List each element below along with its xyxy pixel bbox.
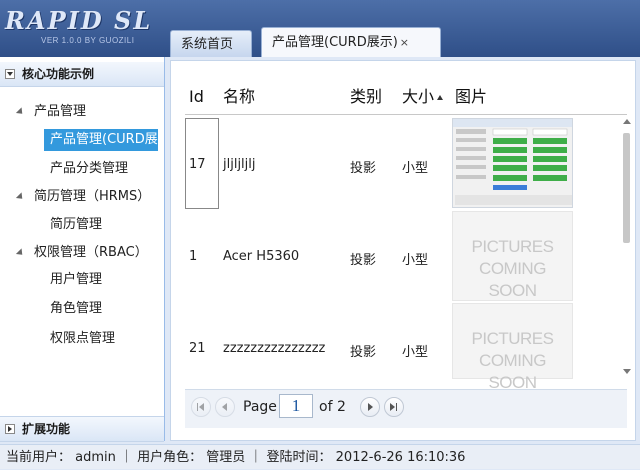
section-core-features[interactable]: 核心功能示例 [0,62,164,87]
column-header-label: 大小 [402,87,435,106]
first-page-button[interactable] [191,397,211,417]
cell-id[interactable]: 21 [189,341,206,356]
tree-expanded-icon[interactable] [15,107,26,117]
column-header-size[interactable]: 大小 [402,83,444,111]
tree-node-label: 简历管理（HRMS） [34,189,151,204]
tab-home[interactable]: 系统首页 [170,30,252,57]
column-header-category[interactable]: 类别 [350,83,382,111]
cell-name[interactable]: zzzzzzzzzzzzzzz [223,341,325,356]
tree-node-label: 权限点管理 [50,331,116,346]
product-grid: Id 名称 类别 大小 图片 17 jljljljlj 投影 小型 1 Acer… [170,60,636,441]
pager: Page of 2 [185,389,627,428]
last-page-arrow [390,403,395,411]
tree-node-resume-mgmt-hrms[interactable]: 简历管理（HRMS） [15,186,151,208]
cell-size[interactable]: 小型 [402,341,428,360]
first-page-arrow [199,403,204,411]
collapse-icon[interactable] [5,69,15,79]
tree-node-label: 角色管理 [50,301,103,316]
tree-node-product-curd[interactable]: 产品管理(CURD展示) [44,129,158,151]
cell-category[interactable]: 投影 [350,249,376,268]
cell-category[interactable]: 投影 [350,341,376,360]
tree-expanded-icon[interactable] [15,248,26,258]
section-extended-features[interactable]: 扩展功能 [0,416,164,442]
close-icon[interactable]: × [400,36,409,49]
tree-node-label: 产品分类管理 [50,161,129,176]
product-thumbnail[interactable] [452,118,573,208]
app-logo: RAPID SL VER 1.0.0 BY GUOZILI [5,6,165,50]
cell-size[interactable]: 小型 [402,157,428,176]
tree-node-user-mgmt[interactable]: 用户管理 [50,269,102,291]
tree-node-product-mgmt[interactable]: 产品管理 [15,101,87,123]
first-page-icon [197,403,198,411]
page-count-label: of 2 [319,399,346,415]
tree-node-label: 权限管理（RBAC） [34,245,148,260]
vertical-scrollbar[interactable] [621,117,633,379]
tree-node-product-category[interactable]: 产品分类管理 [50,158,128,180]
sort-ascending-icon [437,95,444,100]
tree-expanded-icon[interactable] [15,192,26,202]
column-header-id[interactable]: Id [189,83,204,111]
image-placeholder[interactable]: PICTURES COMING SOON [452,211,573,301]
placeholder-line2: COMING SOON [479,351,546,392]
app-header: RAPID SL VER 1.0.0 BY GUOZILI 系统首页 产品管理(… [0,0,640,57]
tab-home-label: 系统首页 [181,37,234,52]
page-label: Page [243,399,277,415]
column-header-label: Id [189,87,204,106]
expand-icon[interactable] [5,424,15,434]
column-header-name[interactable]: 名称 [223,83,255,111]
column-header-image[interactable]: 图片 [455,83,487,111]
placeholder-line1: PICTURES [471,329,554,348]
logo-text: RAPID SL [5,6,153,35]
status-bar: 当前用户： admin ｜ 用户角色： 管理员 ｜ 登陆时间： 2012-6-2… [0,444,640,469]
cell-name[interactable]: Acer H5360 [223,249,299,264]
scroll-up-icon[interactable] [623,119,631,124]
sidebar: 核心功能示例 产品管理 产品管理(CURD展示) 产品分类管理 简历管理（HRM… [0,57,165,442]
tree-node-role-mgmt[interactable]: 角色管理 [50,298,102,320]
scroll-down-icon[interactable] [623,369,631,374]
status-text: 当前用户： admin ｜ 用户角色： 管理员 ｜ 登陆时间： 2012-6-2… [6,450,466,465]
cell-id[interactable]: 17 [189,157,206,172]
cell-id[interactable]: 1 [189,249,197,264]
header-divider [185,114,627,115]
tree-node-label: 简历管理 [50,217,103,232]
placeholder-line2: COMING SOON [479,259,546,300]
tree-node-label: 用户管理 [50,272,103,287]
tab-product-curd-label: 产品管理(CURD展示) [272,35,398,50]
placeholder-line1: PICTURES [471,237,554,256]
next-page-button[interactable] [360,397,380,417]
last-page-icon [396,403,397,411]
image-placeholder[interactable]: PICTURES COMING SOON [452,303,573,392]
prev-page-button[interactable] [215,397,235,417]
prev-page-icon [222,403,227,411]
column-header-label: 名称 [223,87,256,106]
tree-node-permission-point-mgmt[interactable]: 权限点管理 [50,328,115,350]
cell-category[interactable]: 投影 [350,157,376,176]
next-page-icon [368,403,373,411]
cell-name[interactable]: jljljljlj [223,157,256,172]
column-header-label: 图片 [455,87,488,106]
page-number-input[interactable] [279,394,313,418]
logo-subtitle: VER 1.0.0 BY GUOZILI [41,36,135,45]
section-extended-features-label: 扩展功能 [22,422,71,436]
tree-node-resume-mgmt[interactable]: 简历管理 [50,214,102,236]
tree-node-permission-rbac[interactable]: 权限管理（RBAC） [15,242,148,264]
cell-size[interactable]: 小型 [402,249,428,268]
benchmark-screenshot [453,119,572,205]
tab-product-curd[interactable]: 产品管理(CURD展示) × [261,27,441,57]
section-core-features-label: 核心功能示例 [22,67,95,81]
scrollbar-thumb[interactable] [623,133,630,243]
tree-node-label: 产品管理(CURD展示) [50,132,158,147]
column-header-label: 类别 [350,87,383,106]
last-page-button[interactable] [384,397,404,417]
tree-node-label: 产品管理 [34,104,87,119]
